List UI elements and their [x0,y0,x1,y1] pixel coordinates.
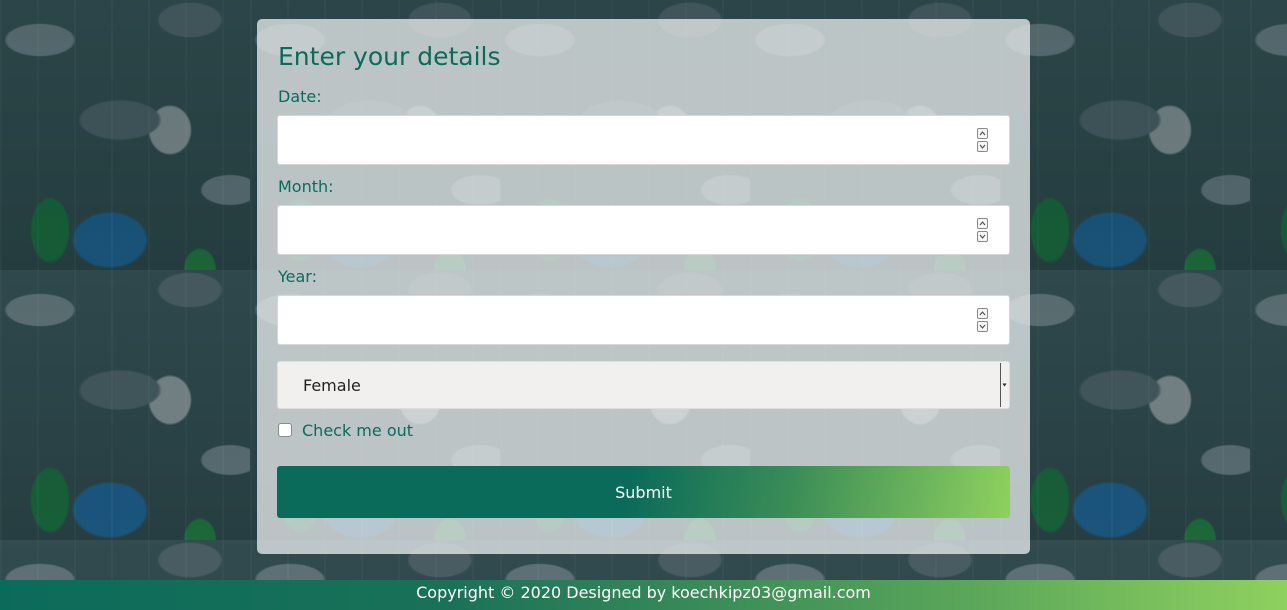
year-input[interactable] [277,295,1010,345]
footer: Copyright © 2020 Designed by koechkipz03… [0,580,1287,610]
dropdown-arrow-icon[interactable] [1000,363,1008,407]
details-form: Enter your details Date: Month: Year: Fe… [257,19,1030,554]
decrement-icon[interactable] [977,321,988,332]
date-input[interactable] [277,115,1010,165]
date-label: Date: [278,87,322,106]
gender-select-value: Female [303,376,361,395]
check-me-out-label[interactable]: Check me out [302,421,413,440]
increment-icon[interactable] [977,128,988,139]
month-label: Month: [278,177,334,196]
gender-select[interactable]: Female [277,361,1010,409]
check-me-out-checkbox[interactable] [278,423,292,437]
month-input[interactable] [277,205,1010,255]
increment-icon[interactable] [977,218,988,229]
decrement-icon[interactable] [977,231,988,242]
decrement-icon[interactable] [977,141,988,152]
year-spinner[interactable] [977,308,988,332]
footer-copyright: Copyright © 2020 Designed by koechkipz03… [416,583,871,602]
year-label: Year: [278,267,317,286]
submit-button[interactable]: Submit [277,466,1010,518]
month-spinner[interactable] [977,218,988,242]
increment-icon[interactable] [977,308,988,319]
date-spinner[interactable] [977,128,988,152]
form-title: Enter your details [278,42,501,71]
